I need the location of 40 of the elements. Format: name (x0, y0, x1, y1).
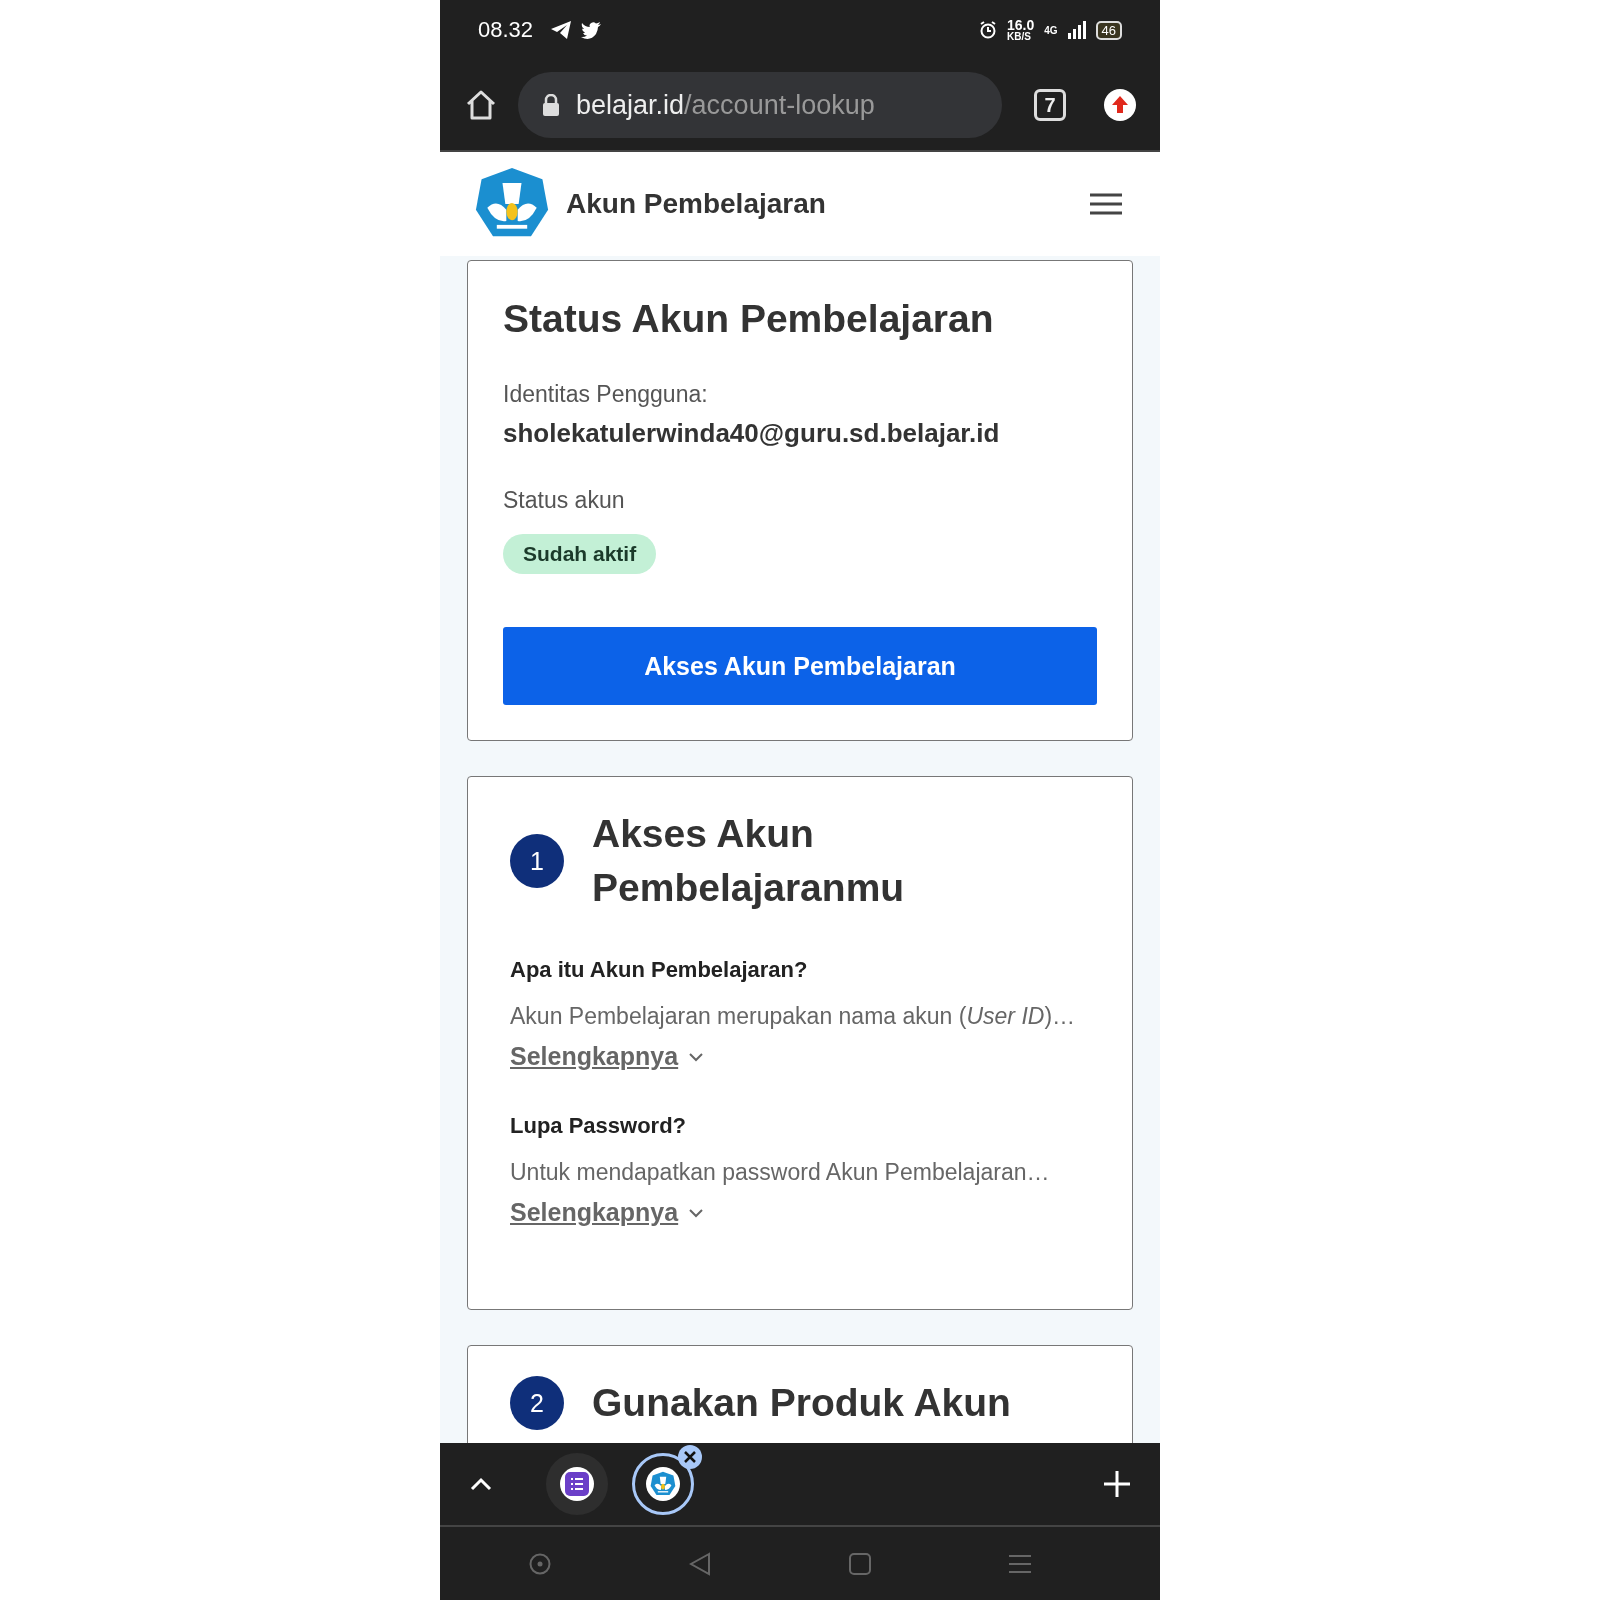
tab-count-button[interactable]: 7 (1034, 89, 1066, 121)
access-button[interactable]: Akses Akun Pembelajaran (503, 627, 1097, 705)
speed-unit: KB/S (1006, 32, 1032, 42)
battery-level: 46 (1095, 20, 1122, 40)
read-more-link[interactable]: Selengkapnya (510, 1198, 705, 1227)
identity-label: Identitas Pengguna: (503, 381, 708, 408)
network-type: 4G (1044, 24, 1058, 36)
paper-plane-icon (551, 21, 572, 39)
alarm-icon (978, 21, 997, 39)
identity-value: sholekatulerwinda40@guru.sd.belajar.id (503, 418, 1000, 449)
chevron-up-icon[interactable] (470, 1477, 492, 1491)
logo-icon (650, 1471, 676, 1497)
lock-icon (542, 94, 560, 116)
close-icon[interactable] (678, 1445, 702, 1469)
site-title: Akun Pembelajaran (566, 188, 826, 220)
square-icon[interactable] (849, 1552, 871, 1575)
list-icon (565, 1472, 589, 1496)
card-title: Akses Akun Pembelajaranmu (592, 811, 906, 911)
upload-icon[interactable] (1104, 89, 1136, 121)
status-badge: Sudah aktif (503, 534, 657, 574)
plus-icon[interactable] (1104, 1471, 1130, 1497)
bird-icon (581, 21, 602, 39)
circle-dot-icon[interactable] (529, 1552, 551, 1575)
clock-time: 08.32 (478, 17, 534, 43)
status-label: Status akun (503, 487, 625, 514)
faq-question: Apa itu Akun Pembelajaran? (510, 957, 809, 983)
signal-icon (1067, 21, 1086, 39)
back-icon[interactable] (689, 1551, 711, 1576)
faq-summary: Akun Pembelajaran merupakan nama akun (User ID)… (510, 1003, 1077, 1030)
speed-value: 16.0 (1006, 18, 1035, 32)
address-bar[interactable]: belajar.id/account-lookup (518, 72, 1002, 138)
faq-question: Lupa Password? (510, 1113, 688, 1139)
faq-summary: Untuk mendapatkan password Akun Pembelajaran… (510, 1159, 1051, 1186)
menu-icon[interactable] (1090, 192, 1122, 216)
step-number: 1 (510, 834, 564, 888)
card-title: Gunakan Produk Akun (592, 1380, 1011, 1426)
card-title: Status Akun Pembelajaran (503, 297, 994, 341)
step-number: 2 (510, 1376, 564, 1430)
read-more-link[interactable]: Selengkapnya (510, 1042, 705, 1071)
home-icon[interactable] (464, 88, 498, 122)
